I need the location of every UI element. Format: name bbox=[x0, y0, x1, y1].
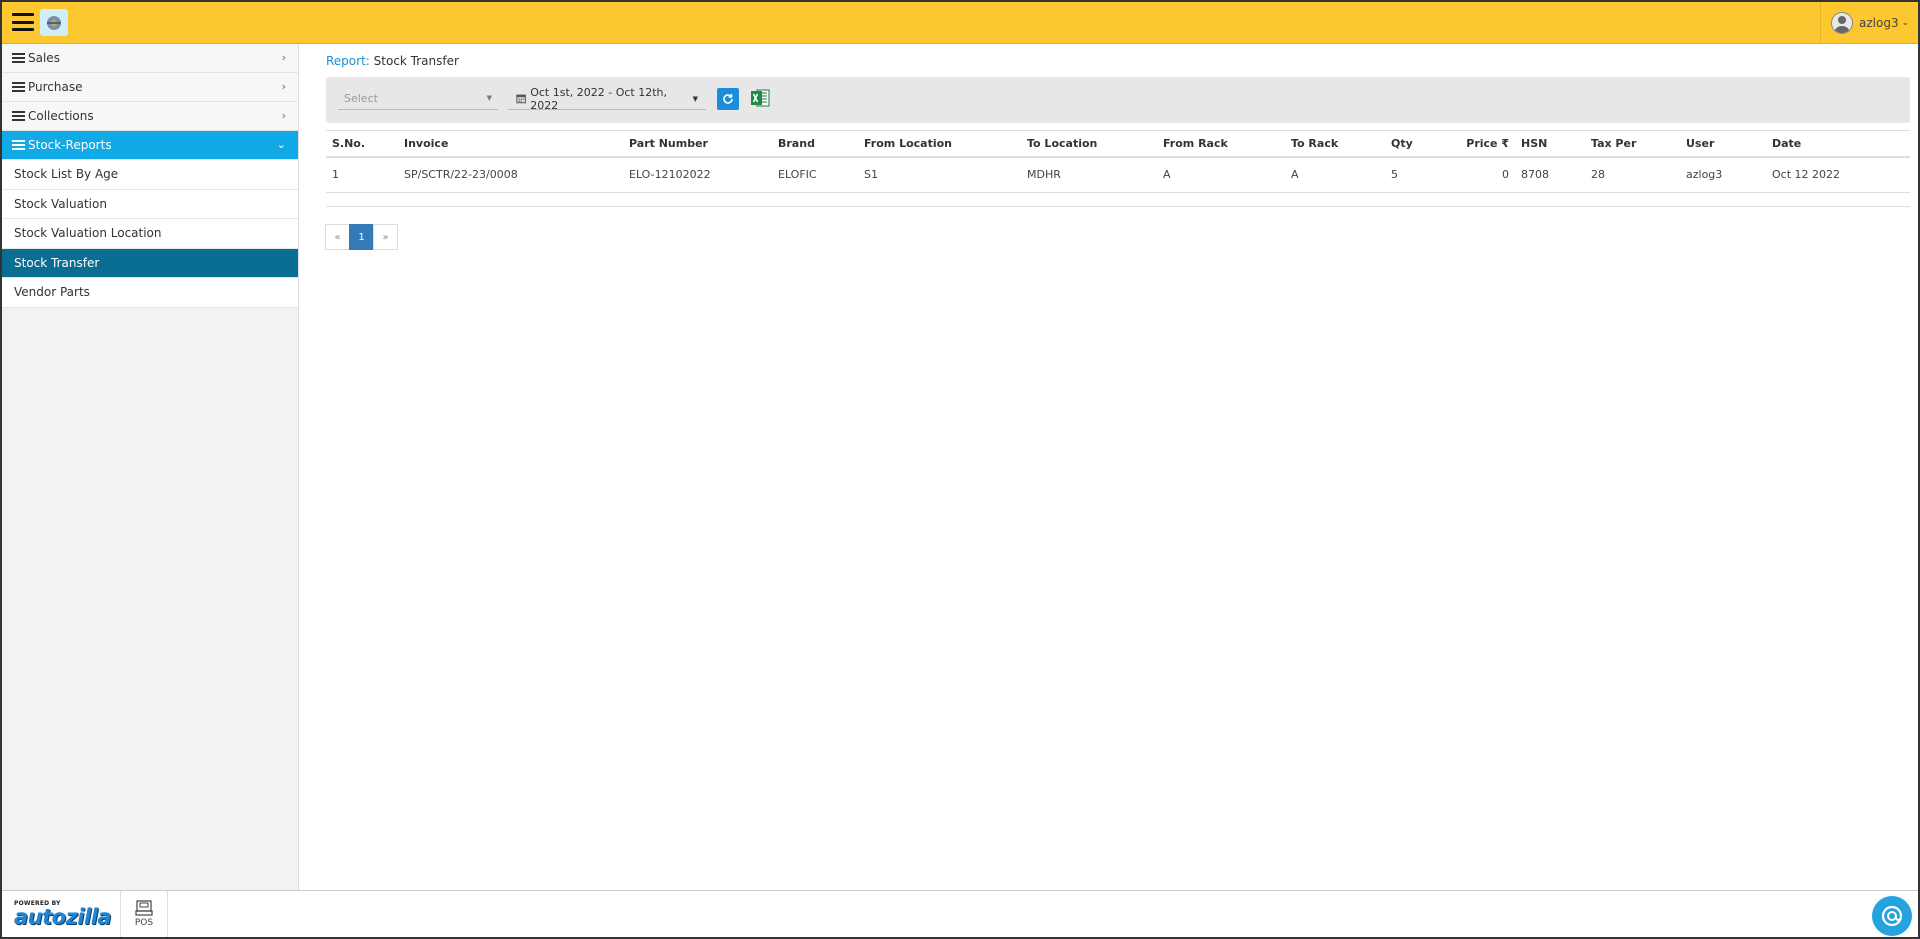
calendar-icon bbox=[516, 94, 526, 104]
user-menu[interactable]: azlog3 ⌄ bbox=[1820, 2, 1918, 44]
caret-down-icon: ▼ bbox=[486, 94, 492, 102]
autozilla-brand: autozilla bbox=[14, 905, 112, 929]
main-content: Report: Stock Transfer Select ▼ Oct 1st,… bbox=[300, 44, 1918, 890]
date-range-value: Oct 1st, 2022 - Oct 12th, 2022 bbox=[530, 85, 668, 112]
table-header-row: S.No. Invoice Part Number Brand From Loc… bbox=[326, 130, 1910, 158]
column-header: From Rack bbox=[1157, 130, 1285, 158]
breadcrumb-root-link[interactable]: Report bbox=[326, 54, 366, 68]
table-cell: 28 bbox=[1585, 157, 1680, 193]
top-header: azlog3 ⌄ bbox=[2, 2, 1918, 44]
footer-bar: POWERED BY autozilla POS bbox=[2, 890, 1918, 937]
select-placeholder: Select bbox=[344, 92, 378, 105]
sidebar-subitem-stock-valuation-location[interactable]: Stock Valuation Location bbox=[2, 219, 298, 249]
powered-by-logo: POWERED BY autozilla bbox=[14, 900, 112, 929]
table-cell: 8708 bbox=[1515, 157, 1585, 193]
pos-button[interactable]: POS bbox=[120, 891, 168, 937]
column-header: Brand bbox=[772, 130, 858, 158]
refresh-icon bbox=[723, 94, 733, 104]
column-header: To Rack bbox=[1285, 130, 1385, 158]
chevron-right-icon: › bbox=[281, 109, 286, 122]
table-cell: A bbox=[1285, 157, 1385, 193]
column-header: Part Number bbox=[623, 130, 772, 158]
breadcrumb: Report: Stock Transfer bbox=[326, 54, 459, 68]
column-header: Price ₹ bbox=[1455, 130, 1515, 158]
table-cell: SP/SCTR/22-23/0008 bbox=[398, 157, 623, 193]
sidebar-item-sales[interactable]: Sales › bbox=[2, 44, 298, 73]
breadcrumb-separator: : bbox=[365, 54, 370, 68]
menu-bars-icon bbox=[12, 80, 25, 94]
filter-select-dropdown[interactable]: Select ▼ bbox=[338, 88, 498, 110]
column-header: Invoice bbox=[398, 130, 623, 158]
table-cell: A bbox=[1157, 157, 1285, 193]
pos-label: POS bbox=[134, 918, 154, 928]
chevron-right-icon: › bbox=[281, 80, 286, 93]
hamburger-menu-icon[interactable] bbox=[12, 13, 34, 31]
table-cell: 5 bbox=[1385, 157, 1455, 193]
sidebar-item-label: Collections bbox=[28, 109, 94, 123]
sidebar-item-label: Sales bbox=[28, 51, 60, 65]
pagination-next-button[interactable]: » bbox=[373, 224, 398, 250]
pagination: « 1 » bbox=[325, 224, 398, 250]
refresh-button[interactable] bbox=[717, 88, 739, 110]
date-range-picker[interactable]: Oct 1st, 2022 - Oct 12th, 2022 ▼ bbox=[508, 85, 706, 112]
sidebar-subitem-stock-list-by-age[interactable]: Stock List By Age bbox=[2, 160, 298, 190]
column-header: To Location bbox=[1021, 130, 1157, 158]
sidebar-subitem-vendor-parts[interactable]: Vendor Parts bbox=[2, 278, 298, 308]
sidebar-subitem-stock-valuation[interactable]: Stock Valuation bbox=[2, 189, 298, 219]
chat-icon bbox=[1881, 905, 1903, 927]
chevron-down-icon: ⌄ bbox=[1901, 18, 1910, 28]
pagination-page-button[interactable]: 1 bbox=[349, 224, 374, 250]
menu-bars-icon bbox=[12, 51, 25, 65]
column-header: User bbox=[1680, 130, 1766, 158]
app-logo[interactable] bbox=[40, 9, 68, 36]
table-cell: S1 bbox=[858, 157, 1021, 193]
table-row: 1 SP/SCTR/22-23/0008 ELO-12102022 ELOFIC… bbox=[326, 157, 1910, 193]
table-cell: 0 bbox=[1455, 157, 1515, 193]
table-cell: ELO-12102022 bbox=[623, 157, 772, 193]
sidebar-subitem-stock-transfer[interactable]: Stock Transfer bbox=[2, 248, 298, 278]
pos-register-icon bbox=[135, 900, 153, 916]
sidebar-item-collections[interactable]: Collections › bbox=[2, 102, 298, 131]
avatar-icon bbox=[1831, 12, 1853, 34]
column-header: Date bbox=[1766, 130, 1910, 158]
sidebar-item-label: Stock-Reports bbox=[28, 138, 112, 152]
pagination-prev-button[interactable]: « bbox=[325, 224, 350, 250]
table-cell: ELOFIC bbox=[772, 157, 858, 193]
export-excel-button[interactable] bbox=[750, 88, 770, 108]
column-header: Tax Per bbox=[1585, 130, 1680, 158]
menu-bars-icon bbox=[12, 109, 25, 123]
stock-transfer-table: S.No. Invoice Part Number Brand From Loc… bbox=[326, 130, 1910, 193]
column-header: From Location bbox=[858, 130, 1021, 158]
excel-icon bbox=[751, 89, 770, 107]
column-header: HSN bbox=[1515, 130, 1585, 158]
sidebar-item-label: Purchase bbox=[28, 80, 83, 94]
caret-down-icon: ▼ bbox=[692, 94, 698, 103]
table-cell: azlog3 bbox=[1680, 157, 1766, 193]
chevron-down-icon: ⌄ bbox=[276, 138, 286, 151]
sidebar-item-purchase[interactable]: Purchase › bbox=[2, 73, 298, 102]
table-cell: MDHR bbox=[1021, 157, 1157, 193]
filter-bar: Select ▼ Oct 1st, 2022 - Oct 12th, 2022 … bbox=[326, 77, 1910, 123]
table-cell: Oct 12 2022 bbox=[1766, 157, 1910, 193]
chat-support-button[interactable] bbox=[1872, 896, 1912, 936]
chevron-right-icon: › bbox=[281, 51, 286, 64]
column-header: S.No. bbox=[326, 130, 398, 158]
menu-bars-icon bbox=[12, 138, 25, 152]
sidebar-item-stock-reports[interactable]: Stock-Reports ⌄ bbox=[2, 131, 298, 160]
user-name: azlog3 bbox=[1859, 16, 1899, 30]
column-header: Qty bbox=[1385, 130, 1455, 158]
sidebar: Sales › Purchase › Collections › Stock-R… bbox=[2, 44, 299, 890]
breadcrumb-current: Stock Transfer bbox=[373, 54, 459, 68]
table-divider bbox=[326, 206, 1910, 207]
table-cell: 1 bbox=[326, 157, 398, 193]
